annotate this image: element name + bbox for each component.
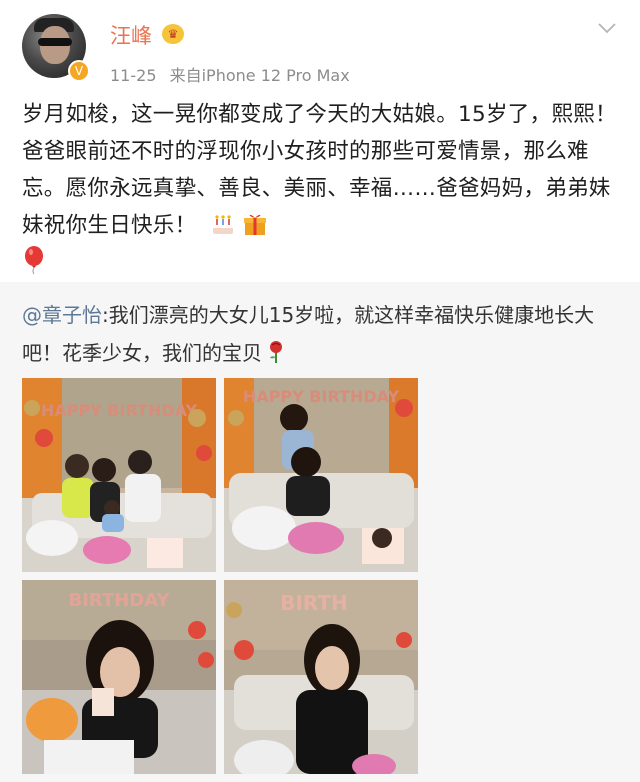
post-source: 来自iPhone 12 Pro Max (169, 66, 350, 85)
post-text: 岁月如梭，这一晃你都变成了今天的大姑娘。15岁了，熙熙！爸爸眼前还不时的浮现你小… (22, 102, 617, 238)
banner-text-2: HAPPY BIRTHDAY (243, 387, 400, 406)
post-body: 岁月如梭，这一晃你都变成了今天的大姑娘。15岁了，熙熙！爸爸眼前还不时的浮现你小… (22, 96, 622, 281)
post-date: 11-25 (110, 66, 157, 85)
photo-3[interactable]: BIRTHDAY (22, 580, 216, 774)
repost-card[interactable]: @章子怡:我们漂亮的大女儿15岁啦，就这样幸福快乐健康地长大吧！花季少女，我们的… (0, 282, 640, 782)
post-meta: 11-25 来自iPhone 12 Pro Max (110, 62, 350, 86)
repost-body: @章子怡:我们漂亮的大女儿15岁啦，就这样幸福快乐健康地长大吧！花季少女，我们的… (22, 296, 622, 372)
verified-badge-icon: V (68, 60, 90, 82)
photo-4[interactable]: BIRTH (224, 580, 418, 774)
banner-text-3: BIRTHDAY (69, 590, 171, 611)
photo-grid: HAPPY BIRTHDAY HAPPY BIRTHDAY BIRTHDAY B… (22, 378, 418, 778)
post-header: V 汪峰 ♛ 11-25 来自iPhone 12 Pro Max (0, 0, 640, 92)
username[interactable]: 汪峰 (110, 20, 152, 50)
photo-1[interactable]: HAPPY BIRTHDAY (22, 378, 216, 572)
chevron-down-icon[interactable] (598, 22, 616, 34)
mention-link[interactable]: @章子怡 (22, 303, 102, 327)
balloon-icon (25, 246, 43, 275)
banner-text-1: HAPPY BIRTHDAY (41, 401, 198, 420)
rose-icon (270, 341, 282, 363)
photo-2[interactable]: HAPPY BIRTHDAY (224, 378, 418, 572)
crown-badge-icon[interactable]: ♛ (162, 24, 184, 44)
banner-text-4: BIRTH (280, 591, 348, 615)
cake-icon (212, 215, 233, 234)
gift-icon (243, 214, 266, 235)
repost-text: :我们漂亮的大女儿15岁啦，就这样幸福快乐健康地长大吧！花季少女，我们的宝贝 (22, 303, 595, 365)
